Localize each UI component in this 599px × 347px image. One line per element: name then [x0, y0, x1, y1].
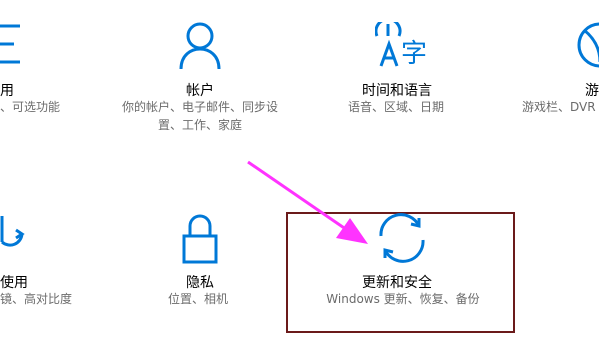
annotation-arrow [247, 160, 368, 244]
